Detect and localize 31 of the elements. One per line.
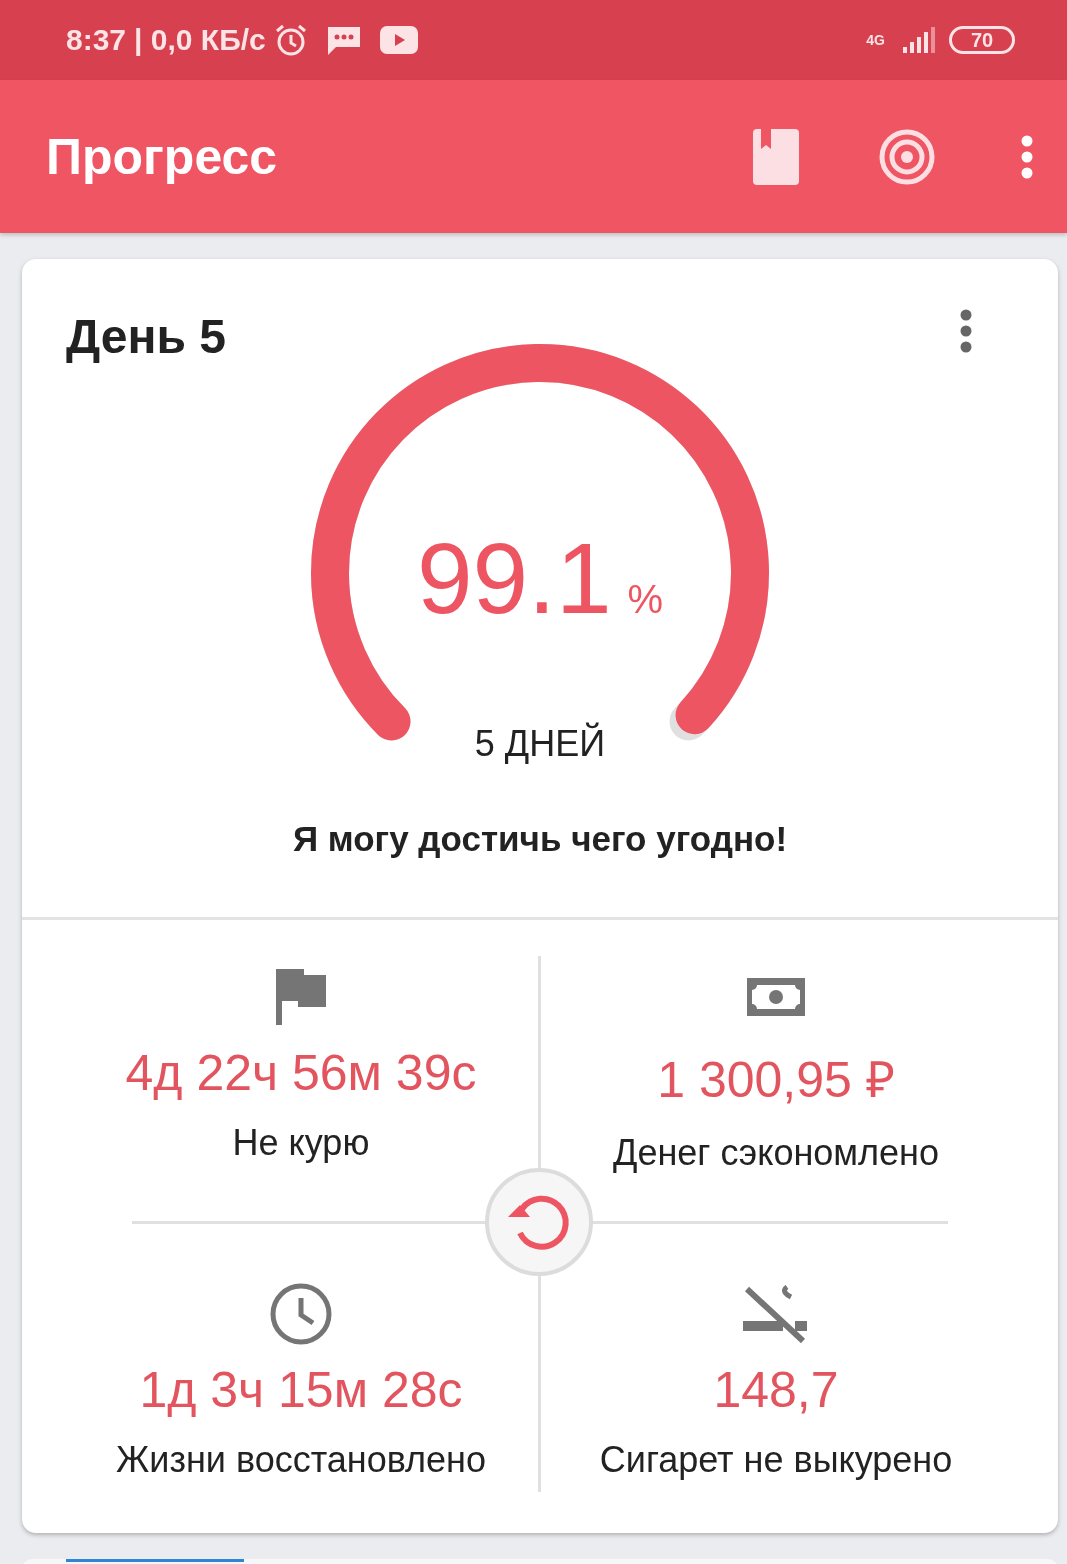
clock-time: 8:37 bbox=[66, 23, 127, 57]
book-icon bbox=[753, 128, 799, 185]
more-icon bbox=[960, 309, 972, 353]
flag-icon bbox=[276, 969, 326, 1025]
clock-icon bbox=[269, 1281, 333, 1346]
screen-title: Прогресс bbox=[46, 127, 279, 186]
stat-value: 4д 22ч 56м 39с bbox=[125, 1044, 477, 1102]
battery-indicator: 70 bbox=[949, 26, 1015, 54]
no-smoking-icon bbox=[743, 1284, 809, 1343]
stat-label: Не курю bbox=[232, 1122, 370, 1164]
target-icon bbox=[879, 128, 935, 185]
days-count: 5 ДНЕЙ bbox=[474, 723, 606, 764]
stat-label: Денег сэкономлено bbox=[613, 1132, 939, 1174]
more-icon bbox=[1021, 134, 1033, 179]
book-button[interactable] bbox=[753, 128, 799, 185]
day-title: День 5 bbox=[66, 309, 226, 364]
stat-value: 148,7 bbox=[713, 1360, 839, 1419]
motivation-quote: Я могу достичь чего угодно! bbox=[292, 819, 788, 859]
percent-sign: % bbox=[627, 577, 664, 622]
stat-value: 1д 3ч 15м 28с bbox=[139, 1360, 463, 1419]
play-icon bbox=[379, 26, 418, 54]
banknote-icon bbox=[747, 978, 805, 1016]
percent-value: 99.1 bbox=[416, 521, 612, 636]
network-speed: | 0,0 КБ/с bbox=[134, 23, 266, 57]
stat-label: Жизни восстановлено bbox=[116, 1438, 486, 1481]
more-menu-button[interactable] bbox=[1021, 134, 1033, 179]
alarm-icon bbox=[273, 23, 308, 57]
stat-label: Сигарет не выкурено bbox=[599, 1438, 953, 1481]
target-button[interactable] bbox=[879, 128, 935, 185]
network-type: 4G bbox=[866, 33, 885, 47]
stat-value: 1 300,95 ₽ bbox=[657, 1051, 895, 1110]
